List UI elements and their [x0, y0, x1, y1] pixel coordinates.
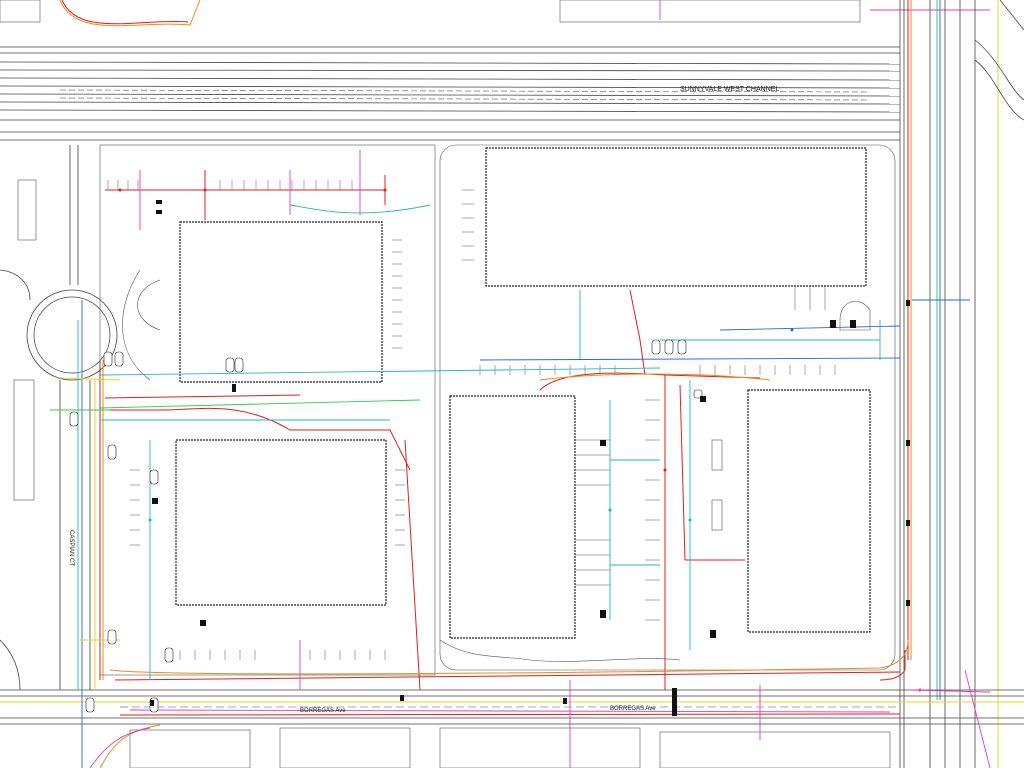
channel-corridor: SUNNYVALE WEST CHANNEL: [0, 46, 901, 141]
caspian-label: CASPIAN CT: [68, 530, 74, 566]
channel-label: SUNNYVALE WEST CHANNEL: [680, 86, 779, 93]
building-central: [449, 395, 576, 639]
building-northwest: [179, 221, 383, 383]
east-road: [899, 0, 1024, 768]
utility-lines: [50, 0, 991, 768]
borregas-label-right: BORREGAS Ave: [610, 706, 656, 712]
building-southwest: [175, 439, 387, 606]
borregas-label-left: BORREGAS Ave: [300, 708, 346, 714]
building-north: [485, 147, 867, 287]
caspian-court: CASPIAN CT: [0, 145, 118, 768]
building-east: [747, 389, 871, 633]
site-utility-map: SUNNYVALE WEST CHANNEL BORREGAS Ave BORR…: [0, 0, 1024, 768]
